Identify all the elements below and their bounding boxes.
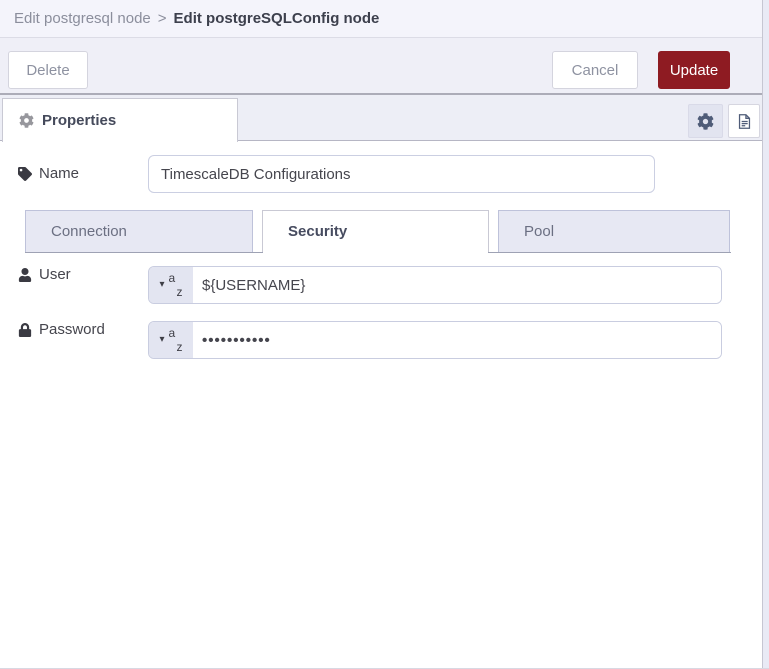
user-label-text: User xyxy=(39,266,71,283)
tab-connection-label: Connection xyxy=(51,223,127,240)
document-button-icon xyxy=(738,113,750,129)
editor-tab-bar: Properties xyxy=(0,95,762,142)
string-type-letter-a: a xyxy=(168,326,176,340)
breadcrumb: Edit postgresql node > Edit postgreSQLCo… xyxy=(0,0,762,38)
tab-properties-label: Properties xyxy=(42,112,117,129)
user-input[interactable] xyxy=(193,267,721,303)
user-icon xyxy=(18,267,32,282)
string-type-letter-z: z xyxy=(176,285,183,299)
gear-button-icon xyxy=(697,112,714,130)
password-typed-input: ▾ a z xyxy=(148,321,722,359)
node-description-button[interactable] xyxy=(728,104,760,138)
password-input[interactable] xyxy=(193,322,721,358)
tab-pool-label: Pool xyxy=(524,223,555,240)
cancel-button[interactable]: Cancel xyxy=(552,51,638,89)
tab-pool[interactable]: Pool xyxy=(498,210,730,252)
tab-security-label: Security xyxy=(288,223,348,240)
name-label-text: Name xyxy=(39,165,80,182)
user-typed-input: ▾ a z xyxy=(148,266,722,304)
node-settings-button[interactable] xyxy=(688,104,723,138)
string-type-icon: a z xyxy=(168,326,183,354)
gear-icon xyxy=(19,113,34,128)
user-field-label: User xyxy=(18,266,71,283)
dialog-toolbar: Delete Cancel Update xyxy=(0,38,762,95)
user-type-select-button[interactable]: ▾ a z xyxy=(149,267,193,303)
name-input[interactable] xyxy=(148,155,655,193)
breadcrumb-separator: > xyxy=(157,10,167,27)
breadcrumb-current: Edit postgreSQLConfig node xyxy=(173,10,380,27)
tag-icon xyxy=(18,166,32,181)
breadcrumb-parent[interactable]: Edit postgresql node xyxy=(14,10,151,27)
config-tabs: Connection Security Pool xyxy=(25,210,731,253)
password-field-label: Password xyxy=(18,321,105,338)
caret-down-icon: ▾ xyxy=(159,279,165,290)
properties-panel-content: Name Connection Security Pool User ▾ a z xyxy=(0,141,762,668)
tab-properties[interactable]: Properties xyxy=(2,98,238,142)
lock-icon xyxy=(18,322,32,337)
update-button[interactable]: Update xyxy=(658,51,730,89)
name-field-label: Name xyxy=(18,165,79,182)
tab-security[interactable]: Security xyxy=(262,210,489,253)
right-edge-strip xyxy=(762,0,769,668)
string-type-letter-a: a xyxy=(168,271,176,285)
password-label-text: Password xyxy=(39,321,105,338)
string-type-icon: a z xyxy=(168,271,183,299)
password-type-select-button[interactable]: ▾ a z xyxy=(149,322,193,358)
edit-config-node-dialog: Edit postgresql node > Edit postgreSQLCo… xyxy=(0,0,769,669)
delete-button[interactable]: Delete xyxy=(8,51,88,89)
caret-down-icon: ▾ xyxy=(159,334,165,345)
string-type-letter-z: z xyxy=(176,340,183,354)
tab-connection[interactable]: Connection xyxy=(25,210,253,252)
